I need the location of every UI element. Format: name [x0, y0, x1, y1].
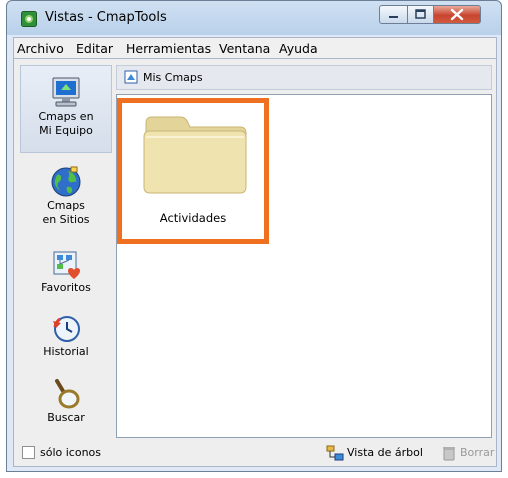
sidebar-item-search[interactable]: Buscar	[20, 377, 112, 437]
menu-ventana[interactable]: Ventana	[219, 41, 270, 56]
title-bar[interactable]: Vistas - CmapTools	[7, 1, 501, 37]
globe-icon	[51, 166, 81, 197]
sidebar-item-favorites[interactable]: Favoritos	[20, 249, 112, 309]
sidebar-item-label: en Sitios	[42, 213, 90, 226]
sidebar-item-label: Historial	[43, 345, 89, 358]
minimize-icon	[389, 16, 398, 18]
file-view: Actividades	[116, 94, 492, 438]
history-icon	[53, 316, 80, 342]
close-icon	[450, 8, 464, 21]
tree-view-label: Vista de árbol	[347, 446, 423, 459]
sidebar-item-label: Favoritos	[41, 281, 91, 294]
sidebar-item-sites[interactable]: Cmaps en Sitios	[20, 165, 112, 245]
menu-herramientas[interactable]: Herramientas	[126, 41, 211, 56]
sidebar-item-label: Mi Equipo	[39, 124, 93, 137]
folder-icon	[143, 116, 247, 194]
window-title: Vistas - CmapTools	[45, 10, 167, 25]
breadcrumb: Mis Cmaps	[116, 65, 492, 90]
breadcrumb-label: Mis Cmaps	[143, 71, 203, 84]
menu-bar: Archivo Editar Herramientas Ventana Ayud…	[13, 37, 497, 59]
favorites-icon	[53, 251, 81, 279]
menu-editar[interactable]: Editar	[76, 41, 113, 56]
sidebar-item-label: Buscar	[47, 411, 85, 424]
sidebar-item-history[interactable]: Historial	[20, 313, 112, 373]
sidebar-item-label: Cmaps	[47, 199, 85, 212]
close-button[interactable]	[433, 5, 481, 24]
cmaptools-icon	[21, 11, 37, 27]
maximize-button[interactable]	[407, 5, 434, 24]
main-panel: Cmaps en Mi Equipo Cmaps en Sitios Favor…	[13, 59, 497, 467]
icons-only-label: sólo iconos	[40, 446, 102, 459]
status-bar: sólo iconos Vista de árbol Borrar	[20, 443, 494, 465]
search-icon	[55, 379, 80, 409]
folder-label: Actividades	[159, 211, 227, 225]
menu-archivo[interactable]: Archivo	[17, 41, 64, 56]
sidebar-item-label: Cmaps en	[38, 110, 94, 123]
delete-label: Borrar	[460, 446, 495, 459]
sidebar: Cmaps en Mi Equipo Cmaps en Sitios Favor…	[20, 65, 112, 435]
cmap-folder-icon	[124, 70, 138, 84]
folder-item-actividades[interactable]: Actividades	[117, 98, 269, 244]
minimize-button[interactable]	[379, 5, 408, 24]
trash-icon	[443, 447, 455, 461]
icons-only-checkbox[interactable]	[22, 446, 35, 459]
maximize-icon	[415, 9, 426, 19]
menu-ayuda[interactable]: Ayuda	[279, 41, 318, 56]
tree-view-icon	[326, 445, 344, 461]
app-window: Vistas - CmapTools Archivo Editar Herram…	[6, 0, 502, 472]
sidebar-item-my-computer[interactable]: Cmaps en Mi Equipo	[20, 65, 112, 153]
computer-icon	[52, 77, 80, 107]
